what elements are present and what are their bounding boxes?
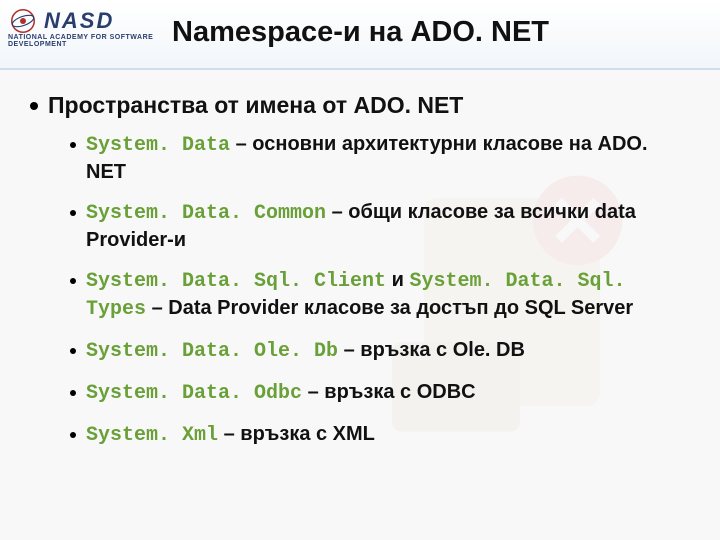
bullet-list: System. Data – основни архитектурни клас… [30, 131, 690, 449]
list-item: System. Data. Odbc – връзка с ODBC [70, 379, 690, 407]
list-item: System. Xml – връзка с XML [70, 421, 690, 449]
bullet-icon [70, 210, 76, 216]
sep: – [302, 381, 324, 403]
code-text: System. Data. Common [86, 202, 326, 225]
nasd-logo-icon [8, 6, 38, 36]
sep: – [230, 133, 252, 155]
heading-text: Пространства от имена от ADO. NET [48, 92, 463, 119]
code-text: System. Data [86, 134, 230, 157]
sep: – [326, 201, 348, 223]
code-text: System. Data. Odbc [86, 382, 302, 405]
header: NASD NATIONAL ACADEMY FOR SOFTWARE DEVEL… [0, 0, 720, 70]
code-text: System. Xml [86, 424, 218, 447]
item-text: Data Provider класове за достъп до SQL S… [168, 297, 633, 319]
bullet-icon [70, 432, 76, 438]
code-text: System. Data. Ole. Db [86, 340, 338, 363]
list-item: System. Data – основни архитектурни клас… [70, 131, 690, 185]
logo-text: NASD [44, 8, 114, 34]
bullet-icon [30, 102, 38, 110]
logo-subtitle: NATIONAL ACADEMY FOR SOFTWARE DEVELOPMEN… [8, 34, 160, 48]
list-item: System. Data. Sql. Client и System. Data… [70, 267, 690, 323]
heading-row: Пространства от имена от ADO. NET [30, 92, 690, 119]
bullet-icon [70, 348, 76, 354]
sep: и [386, 269, 409, 291]
content: Пространства от имена от ADO. NET System… [0, 70, 720, 449]
list-item: System. Data. Common – общи класове за в… [70, 199, 690, 253]
bullet-icon [70, 142, 76, 148]
list-item: System. Data. Ole. Db – връзка с Ole. DB [70, 337, 690, 365]
sep: – [146, 297, 168, 319]
code-text: System. Data. Sql. Client [86, 270, 386, 293]
sep: – [218, 423, 240, 445]
sep: – [338, 339, 360, 361]
item-text: връзка с ODBC [324, 381, 475, 403]
bullet-icon [70, 390, 76, 396]
item-text: връзка с Ole. DB [360, 339, 525, 361]
bullet-icon [70, 278, 76, 284]
logo: NASD NATIONAL ACADEMY FOR SOFTWARE DEVEL… [0, 0, 160, 48]
slide-title: Namespace-и на ADO. NET [160, 0, 720, 49]
item-text: връзка с XML [240, 423, 375, 445]
